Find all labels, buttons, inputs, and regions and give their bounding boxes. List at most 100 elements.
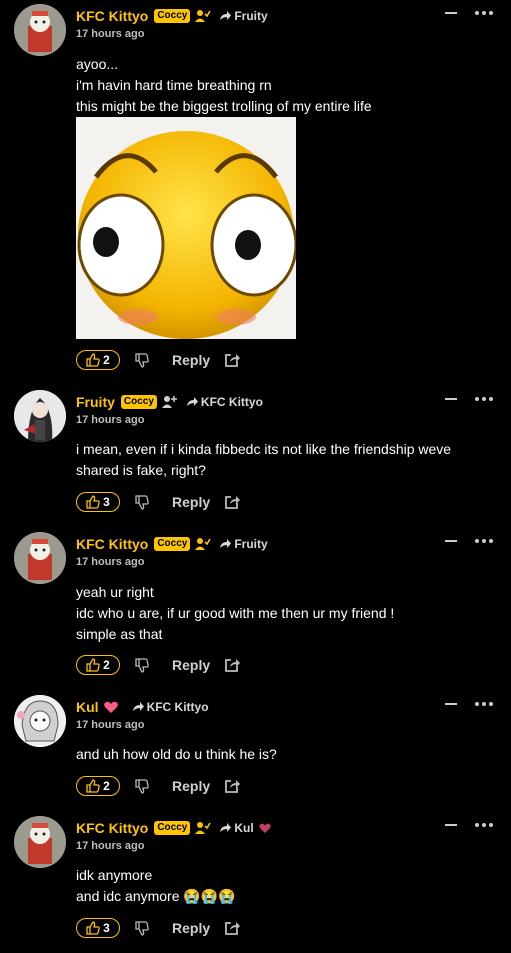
comment-text: and uh how old do u think he is?	[76, 744, 277, 765]
reply-button[interactable]: Reply	[172, 778, 210, 794]
reply-button[interactable]: Reply	[172, 920, 210, 936]
follow-user-icon[interactable]	[195, 821, 212, 835]
like-count: 2	[103, 353, 110, 367]
thumbs-down-icon[interactable]	[134, 920, 150, 936]
thumbs-up-icon	[86, 658, 100, 672]
collapse-icon[interactable]	[444, 394, 458, 404]
comment-line: ayoo...	[76, 56, 119, 72]
reply-arrow-icon	[220, 823, 232, 832]
reply-arrow-icon	[220, 539, 232, 548]
reply-button[interactable]: Reply	[172, 494, 210, 510]
comment-line: and uh how old do u think he is?	[76, 746, 277, 762]
comment-line: shared is fake, right?	[76, 462, 206, 478]
action-bar: 2 Reply	[76, 774, 241, 798]
reply-arrow-icon	[132, 702, 144, 711]
username[interactable]: KFC Kittyo	[76, 8, 148, 24]
username[interactable]: KFC Kittyo	[76, 820, 148, 836]
like-button[interactable]: 2	[76, 655, 120, 675]
like-count: 2	[103, 779, 110, 793]
user-badge: Coccy	[154, 821, 191, 835]
collapse-icon[interactable]	[444, 820, 458, 830]
timestamp: 17 hours ago	[76, 556, 145, 568]
avatar[interactable]	[14, 4, 66, 56]
timestamp: 17 hours ago	[76, 840, 145, 852]
timestamp: 17 hours ago	[76, 719, 145, 731]
more-icon[interactable]	[474, 536, 494, 546]
follow-user-icon[interactable]	[195, 537, 212, 551]
thumbs-up-icon	[86, 495, 100, 509]
reply-to-name: Fruity	[234, 537, 268, 551]
comment-text: ayoo... i'm havin hard time breathing rn…	[76, 54, 372, 117]
like-button[interactable]: 2	[76, 350, 120, 370]
reply-to-name: Fruity	[234, 9, 268, 23]
reply-arrow-icon	[186, 397, 198, 406]
reply-to-name: KFC Kittyo	[146, 700, 209, 714]
share-icon[interactable]	[224, 657, 241, 673]
user-badge: Coccy	[120, 395, 157, 409]
comment-line: idk anymore	[76, 867, 153, 883]
action-bar: 2 Reply	[76, 348, 241, 372]
heart-icon	[259, 823, 271, 833]
reply-button[interactable]: Reply	[172, 657, 210, 673]
like-button[interactable]: 3	[76, 492, 120, 512]
more-icon[interactable]	[474, 8, 494, 18]
username[interactable]: Kul	[76, 699, 99, 715]
reply-to[interactable]: Fruity	[219, 9, 268, 23]
thumbs-down-icon[interactable]	[134, 778, 150, 794]
comment-header: KFC Kittyo Coccy Fruity	[76, 534, 268, 554]
like-button[interactable]: 2	[76, 776, 120, 796]
avatar[interactable]	[14, 816, 66, 868]
collapse-icon[interactable]	[444, 536, 458, 546]
reply-to[interactable]: KFC Kittyo	[132, 700, 209, 714]
action-bar: 3 Reply	[76, 490, 241, 514]
username[interactable]: KFC Kittyo	[76, 536, 148, 552]
comment-line: and idc anymore 😭😭😭	[76, 888, 236, 904]
comment-line: simple as that	[76, 626, 163, 642]
collapse-icon[interactable]	[444, 699, 458, 709]
share-icon[interactable]	[224, 778, 241, 794]
reply-to[interactable]: Fruity	[219, 537, 268, 551]
avatar[interactable]	[14, 390, 66, 442]
reply-button[interactable]: Reply	[172, 352, 210, 368]
action-bar: 2 Reply	[76, 653, 241, 677]
comment-header: Fruity Coccy KFC Kittyo	[76, 392, 263, 412]
thumbs-down-icon[interactable]	[134, 352, 150, 368]
reply-to-name: KFC Kittyo	[200, 395, 263, 409]
like-count: 3	[103, 921, 110, 935]
share-icon[interactable]	[224, 494, 241, 510]
timestamp: 17 hours ago	[76, 28, 145, 40]
more-icon[interactable]	[474, 699, 494, 709]
comment-line: i mean, even if i kinda fibbedc its not …	[76, 441, 452, 457]
share-icon[interactable]	[224, 920, 241, 936]
reply-to-name: Kul	[234, 821, 254, 835]
user-badge: Coccy	[154, 9, 191, 23]
comment-line: i'm havin hard time breathing rn	[76, 77, 272, 93]
reply-to[interactable]: Kul	[219, 821, 273, 835]
more-icon[interactable]	[474, 394, 494, 404]
like-count: 2	[103, 658, 110, 672]
heart-icon	[103, 701, 118, 713]
comment-header: Kul KFC Kittyo	[76, 697, 209, 717]
avatar[interactable]	[14, 695, 66, 747]
avatar[interactable]	[14, 532, 66, 584]
comment-header: KFC Kittyo Coccy Fruity	[76, 6, 268, 26]
like-count: 3	[103, 495, 110, 509]
comment-line: this might be the biggest trolling of my…	[76, 98, 372, 114]
like-button[interactable]: 3	[76, 918, 120, 938]
username[interactable]: Fruity	[76, 394, 115, 410]
comment-text: idk anymore and idc anymore 😭😭😭	[76, 865, 236, 907]
follow-user-icon[interactable]	[161, 395, 178, 409]
share-icon[interactable]	[224, 352, 241, 368]
thumbs-up-icon	[86, 779, 100, 793]
reply-to[interactable]: KFC Kittyo	[186, 395, 263, 409]
follow-user-icon[interactable]	[195, 9, 212, 23]
collapse-icon[interactable]	[444, 8, 458, 18]
user-badge: Coccy	[154, 537, 191, 551]
thumbs-down-icon[interactable]	[134, 657, 150, 673]
thumbs-down-icon[interactable]	[134, 494, 150, 510]
comment-line: idc who u are, if ur good with me then u…	[76, 605, 395, 621]
comment-text: yeah ur right idc who u are, if ur good …	[76, 582, 394, 645]
more-icon[interactable]	[474, 820, 494, 830]
attached-image[interactable]	[76, 117, 296, 339]
comment-line: yeah ur right	[76, 584, 154, 600]
